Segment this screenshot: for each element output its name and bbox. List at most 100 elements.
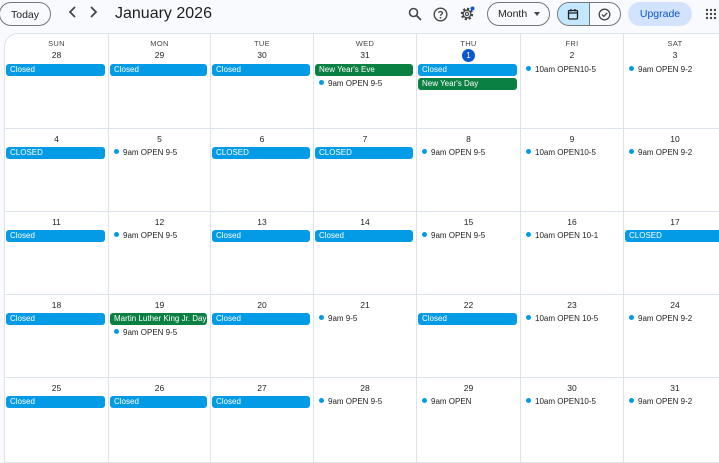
holiday-event-chip[interactable]: New Year's Day [418,78,517,90]
date-number[interactable]: 28 [5,49,108,61]
date-number[interactable]: 25 [5,382,108,394]
day-cell[interactable]: 5 9am OPEN 9-5 [109,129,211,212]
date-number[interactable]: 27 [211,382,313,394]
timed-event[interactable]: 9am OPEN 9-5 [319,78,414,90]
date-number[interactable]: 13 [211,216,313,228]
all-day-event-chip[interactable]: Closed [212,230,310,242]
all-day-event-chip[interactable]: Closed [418,313,517,325]
day-cell[interactable]: 15 9am OPEN 9-5 [417,212,521,295]
date-number[interactable]: 28 [314,382,416,394]
timed-event[interactable]: 10am OPEN 10-1 [526,230,621,242]
tasks-view-toggle[interactable] [588,3,621,25]
timed-event[interactable]: 9am OPEN 9-2 [629,64,719,76]
day-cell[interactable]: 22 Closed [417,295,521,378]
date-number[interactable]: 8 [417,133,520,145]
day-cell[interactable]: FRI 2 10am OPEN10-5 [521,34,624,129]
all-day-event-chip[interactable]: Closed [6,313,105,325]
day-cell[interactable]: WED 31 New Year's Eve 9am OPEN 9-5 [314,34,417,129]
date-number[interactable]: 22 [417,299,520,311]
date-number[interactable]: 12 [109,216,210,228]
timed-event[interactable]: 10am OPEN10-5 [526,396,621,408]
all-day-event-chip[interactable]: Closed [212,313,310,325]
date-number[interactable]: 24 [624,299,719,311]
search-button[interactable] [406,5,424,23]
timed-event[interactable]: 10am OPEN10-5 [526,147,621,159]
date-number[interactable]: 29 [109,49,210,61]
date-number[interactable]: 4 [5,133,108,145]
timed-event[interactable]: 9am OPEN 9-2 [629,147,719,159]
date-number[interactable]: 14 [314,216,416,228]
day-cell[interactable]: 16 10am OPEN 10-1 [521,212,624,295]
all-day-event-chip[interactable]: Closed [6,230,105,242]
timed-event[interactable]: 9am OPEN [422,396,518,408]
day-cell[interactable]: 8 9am OPEN 9-5 [417,129,521,212]
date-number[interactable]: 18 [5,299,108,311]
day-cell[interactable]: SAT 3 9am OPEN 9-2 [624,34,719,129]
all-day-event-chip[interactable]: Closed [212,64,310,76]
timed-event[interactable]: 10am OPEN 10-5 [526,313,621,325]
day-cell[interactable]: 30 10am OPEN10-5 [521,378,624,462]
day-cell[interactable]: TUE 30 Closed [211,34,314,129]
day-cell[interactable]: 20 Closed [211,295,314,378]
day-cell[interactable]: 17 CLOSED [624,212,719,295]
day-cell[interactable]: MON 29 Closed [109,34,211,129]
day-cell[interactable]: 12 9am OPEN 9-5 [109,212,211,295]
day-cell[interactable]: 6 CLOSED [211,129,314,212]
date-number[interactable]: 19 [109,299,210,311]
upgrade-button[interactable]: Upgrade [628,2,692,26]
date-number[interactable]: 2 [521,49,623,61]
today-date-number[interactable]: 1 [417,49,520,62]
all-day-event-chip[interactable]: Closed [110,396,207,408]
timed-event[interactable]: 9am 9-5 [319,313,414,325]
timed-event[interactable]: 9am OPEN 9-5 [422,147,518,159]
help-button[interactable] [431,5,449,23]
date-number[interactable]: 26 [109,382,210,394]
settings-button[interactable] [458,5,476,23]
timed-event[interactable]: 9am OPEN 9-2 [629,313,719,325]
day-cell[interactable]: 10 9am OPEN 9-2 [624,129,719,212]
all-day-event-chip[interactable]: CLOSED [625,230,719,242]
all-day-event-chip[interactable]: Closed [6,396,105,408]
day-cell[interactable]: 24 9am OPEN 9-2 [624,295,719,378]
date-number[interactable]: 21 [314,299,416,311]
date-number[interactable]: 5 [109,133,210,145]
timed-event[interactable]: 9am OPEN 9-5 [422,230,518,242]
timed-event[interactable]: 9am OPEN 9-2 [629,396,719,408]
date-number[interactable]: 30 [211,49,313,61]
day-cell[interactable]: 28 9am OPEN 9-5 [314,378,417,462]
date-number[interactable]: 6 [211,133,313,145]
date-number[interactable]: 23 [521,299,623,311]
day-cell[interactable]: 18 Closed [5,295,109,378]
day-cell[interactable]: 19 Martin Luther King Jr. Day 9am OPEN 9-5 [109,295,211,378]
day-cell[interactable]: 13 Closed [211,212,314,295]
timed-event[interactable]: 9am OPEN 9-5 [114,327,208,339]
date-number[interactable]: 20 [211,299,313,311]
day-cell[interactable]: 26 Closed [109,378,211,462]
date-number[interactable]: 17 [624,216,719,228]
view-selector-dropdown[interactable]: Month [487,2,550,26]
day-cell[interactable]: 29 9am OPEN [417,378,521,462]
date-number[interactable]: 29 [417,382,520,394]
day-cell[interactable]: 4 CLOSED [5,129,109,212]
timed-event[interactable]: 9am OPEN 9-5 [114,147,208,159]
timed-event[interactable]: 10am OPEN10-5 [526,64,621,76]
day-cell[interactable]: 9 10am OPEN10-5 [521,129,624,212]
next-month-button[interactable] [86,6,100,22]
day-cell[interactable]: SUN 28 Closed [5,34,109,129]
date-number[interactable]: 31 [624,382,719,394]
date-number[interactable]: 3 [624,49,719,61]
previous-month-button[interactable] [66,6,80,22]
all-day-event-chip[interactable]: CLOSED [6,147,105,159]
apps-button[interactable] [702,5,719,23]
day-cell[interactable]: 27 Closed [211,378,314,462]
day-cell[interactable]: 11 Closed [5,212,109,295]
all-day-event-chip[interactable]: Closed [212,396,310,408]
date-number[interactable]: 15 [417,216,520,228]
holiday-event-chip[interactable]: New Year's Eve [315,64,413,76]
all-day-event-chip[interactable]: CLOSED [315,147,413,159]
date-number[interactable]: 30 [521,382,623,394]
date-number[interactable]: 9 [521,133,623,145]
day-cell[interactable]: 21 9am 9-5 [314,295,417,378]
day-cell[interactable]: 25 Closed [5,378,109,462]
date-number[interactable]: 11 [5,216,108,228]
